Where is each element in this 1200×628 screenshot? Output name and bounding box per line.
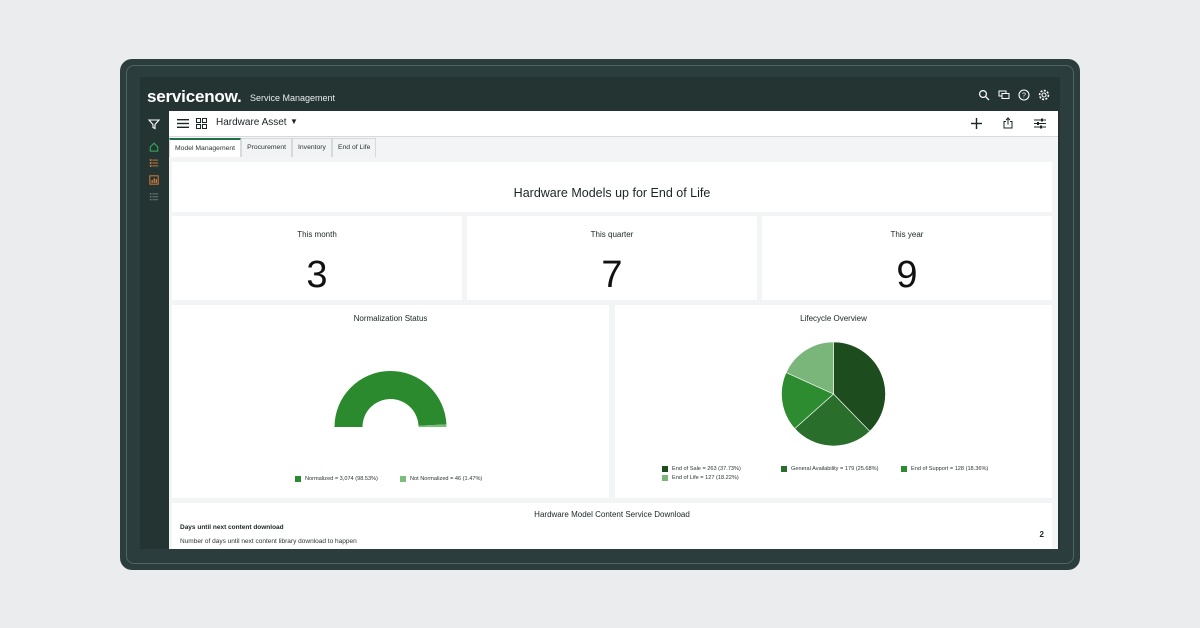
normalization-status-card: Normalization Status Normalized = 3,074 … [172, 305, 609, 498]
legend-label: End of Life = 127 (18.22%) [672, 475, 739, 481]
list-icon[interactable] [149, 158, 159, 168]
dashboard-heading-card: Hardware Models up for End of Life [172, 162, 1052, 212]
tab-end-of-life[interactable]: End of Life [331, 138, 377, 157]
stat-value: 3 [306, 254, 328, 296]
help-icon[interactable]: ? [1018, 89, 1030, 101]
legend-item-end-of-support[interactable]: End of Support = 128 (18.36%) [901, 466, 988, 472]
legend-label: End of Sale = 263 (37.73%) [672, 466, 741, 472]
stat-label: This year [890, 230, 924, 239]
left-navigation-rail [140, 111, 169, 549]
workspace: Hardware Asset ▼ Model Management Procur… [169, 111, 1058, 549]
stat-label: This quarter [590, 230, 634, 239]
svg-text:?: ? [1022, 93, 1026, 100]
dashboard-content: Hardware Models up for End of Life This … [169, 158, 1058, 549]
filter-sliders-icon[interactable] [1034, 118, 1046, 129]
legend-swatch [901, 466, 907, 472]
settings-gear-icon[interactable] [1038, 89, 1050, 101]
legend-item-general-availability[interactable]: General Availability = 179 (25.68%) [781, 466, 878, 472]
legend-swatch [295, 476, 301, 482]
app-grid-icon[interactable] [196, 118, 207, 129]
download-description: Number of days until next content librar… [180, 538, 357, 545]
legend-swatch [781, 466, 787, 472]
search-icon[interactable] [978, 89, 990, 101]
legend-item-end-of-sale[interactable]: End of Sale = 263 (37.73%) [662, 466, 741, 472]
legend-label: General Availability = 179 (25.68%) [791, 466, 879, 472]
hamburger-menu-icon[interactable] [177, 118, 189, 129]
stat-card-year[interactable]: This year 9 [762, 216, 1052, 300]
dashboard-heading: Hardware Models up for End of Life [513, 186, 711, 200]
reports-icon[interactable] [149, 175, 159, 185]
days-until-download-value: 2 [1039, 530, 1044, 539]
lifecycle-overview-card: Lifecycle Overview End of Sale = 263 (37… [615, 305, 1052, 498]
top-icon-group: ? [978, 89, 1050, 101]
task-list-icon[interactable] [149, 192, 159, 202]
tab-inventory[interactable]: Inventory [292, 138, 332, 157]
app-window: servicenow. Service Management ? Hardwar… [140, 77, 1060, 549]
stat-value: 7 [601, 254, 623, 296]
legend-item-normalized[interactable]: Normalized = 3,074 (98.53%) [295, 476, 378, 482]
add-icon[interactable] [971, 118, 982, 129]
download-subtitle: Days until next content download [180, 524, 284, 531]
home-icon[interactable] [149, 142, 159, 152]
legend-item-end-of-life[interactable]: End of Life = 127 (18.22%) [662, 475, 739, 481]
chevron-down-icon[interactable]: ▼ [290, 117, 298, 126]
legend-label: Not Normalized = 46 (1.47%) [410, 476, 483, 482]
chat-icon[interactable] [998, 89, 1010, 101]
stat-value: 9 [896, 254, 918, 296]
normalization-chart [334, 370, 447, 427]
stat-label: This month [297, 230, 337, 239]
workspace-title[interactable]: Hardware Asset [216, 117, 287, 128]
legend-label: End of Support = 128 (18.36%) [911, 466, 989, 472]
legend-swatch [662, 466, 668, 472]
dashboard-tabs: Model Management Procurement Inventory E… [169, 138, 377, 158]
stat-card-month[interactable]: This month 3 [172, 216, 462, 300]
download-card-title: Hardware Model Content Service Download [534, 510, 690, 519]
legend-swatch [662, 475, 668, 481]
filter-navigator-icon[interactable] [148, 118, 160, 130]
legend-label: Normalized = 3,074 (98.53%) [305, 476, 378, 482]
legend-swatch [400, 476, 406, 482]
share-icon[interactable] [1003, 117, 1013, 129]
stat-card-quarter[interactable]: This quarter 7 [467, 216, 757, 300]
tab-procurement[interactable]: Procurement [241, 138, 292, 157]
legend-item-not-normalized[interactable]: Not Normalized = 46 (1.47%) [400, 476, 482, 482]
tab-model-management[interactable]: Model Management [169, 138, 242, 157]
donut-slice-normalized[interactable] [334, 370, 447, 427]
top-navigation-bar: servicenow. Service Management ? [140, 77, 1060, 111]
product-name: Service Management [250, 93, 336, 103]
servicenow-logo[interactable]: servicenow. [147, 87, 242, 107]
workspace-toolbar: Hardware Asset ▼ [169, 111, 1058, 137]
content-download-card: Hardware Model Content Service Download … [172, 503, 1052, 549]
